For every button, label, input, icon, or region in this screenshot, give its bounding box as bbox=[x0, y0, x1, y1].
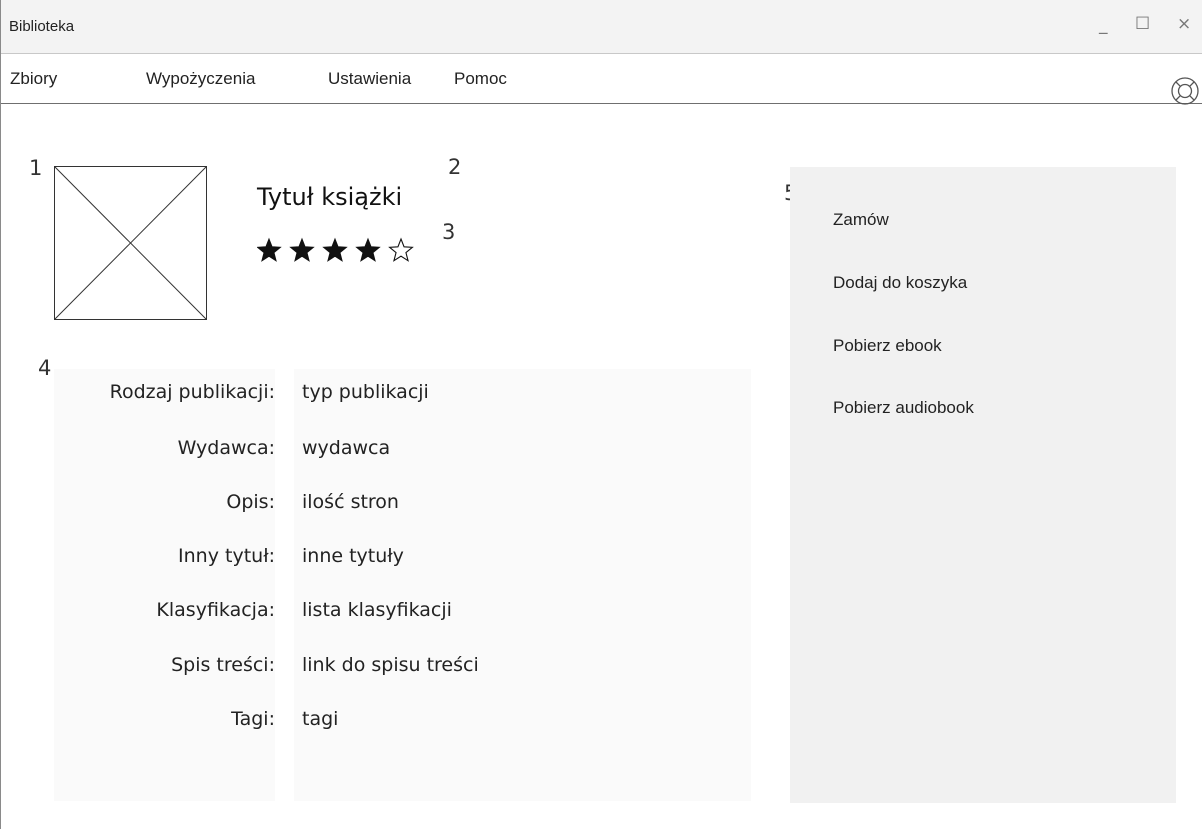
maximize-button[interactable]: ☐ bbox=[1135, 14, 1150, 34]
detail-label-description: Opis: bbox=[226, 491, 275, 513]
window-title: Biblioteka bbox=[9, 18, 75, 35]
marker-4: 4 bbox=[38, 356, 52, 380]
lifebuoy-icon[interactable] bbox=[1169, 75, 1201, 107]
close-button[interactable]: × bbox=[1177, 14, 1191, 34]
detail-label-classification: Klasyfikacja: bbox=[156, 599, 275, 621]
marker-2: 2 bbox=[448, 155, 462, 179]
detail-label-publication-type: Rodzaj publikacji: bbox=[109, 381, 275, 403]
menu-item-pomoc[interactable]: Pomoc bbox=[454, 69, 507, 89]
marker-1: 1 bbox=[29, 156, 43, 180]
app-window: Biblioteka _ ☐ × Zbiory Wypożyczenia Ust… bbox=[0, 0, 1202, 829]
detail-value-tags: tagi bbox=[302, 708, 339, 730]
star-filled-icon[interactable] bbox=[322, 237, 348, 262]
detail-value-publisher: wydawca bbox=[302, 437, 391, 459]
star-empty-icon[interactable] bbox=[388, 237, 414, 262]
title-bar[interactable]: Biblioteka _ ☐ × bbox=[1, 0, 1202, 54]
image-placeholder-icon bbox=[54, 166, 207, 320]
add-to-cart-button[interactable]: Dodaj do koszyka bbox=[833, 273, 967, 293]
details-labels-panel: Rodzaj publikacji: Wydawca: Opis: Inny t… bbox=[54, 369, 275, 801]
menu-item-ustawienia[interactable]: Ustawienia bbox=[328, 69, 411, 89]
star-filled-icon[interactable] bbox=[257, 237, 282, 262]
detail-value-classification: lista klasyfikacji bbox=[302, 599, 452, 621]
minimize-button[interactable]: _ bbox=[1099, 15, 1108, 35]
detail-value-other-title: inne tytuły bbox=[302, 545, 404, 567]
actions-panel: Zamów Dodaj do koszyka Pobierz ebook Pob… bbox=[790, 167, 1176, 803]
star-rating[interactable] bbox=[257, 232, 427, 268]
detail-value-description: ilość stron bbox=[302, 491, 399, 513]
detail-label-tags: Tagi: bbox=[231, 708, 275, 730]
details-values-panel: typ publikacji wydawca ilość stron inne … bbox=[294, 369, 751, 801]
detail-label-publisher: Wydawca: bbox=[177, 437, 275, 459]
menu-item-zbiory[interactable]: Zbiory bbox=[10, 69, 57, 89]
detail-value-publication-type: typ publikacji bbox=[302, 381, 429, 403]
marker-3: 3 bbox=[442, 220, 456, 244]
order-button[interactable]: Zamów bbox=[833, 210, 889, 230]
menu-item-wypozyczenia[interactable]: Wypożyczenia bbox=[146, 69, 255, 89]
download-audiobook-button[interactable]: Pobierz audiobook bbox=[833, 398, 974, 418]
star-filled-icon[interactable] bbox=[289, 237, 315, 262]
detail-label-other-title: Inny tytuł: bbox=[178, 545, 275, 567]
detail-label-table-of-contents: Spis treści: bbox=[171, 654, 275, 676]
download-ebook-button[interactable]: Pobierz ebook bbox=[833, 336, 942, 356]
star-filled-icon[interactable] bbox=[355, 237, 381, 262]
menu-bar: Zbiory Wypożyczenia Ustawienia Pomoc bbox=[1, 54, 1202, 104]
detail-value-table-of-contents[interactable]: link do spisu treści bbox=[302, 654, 479, 676]
book-title: Tytuł książki bbox=[257, 183, 403, 211]
